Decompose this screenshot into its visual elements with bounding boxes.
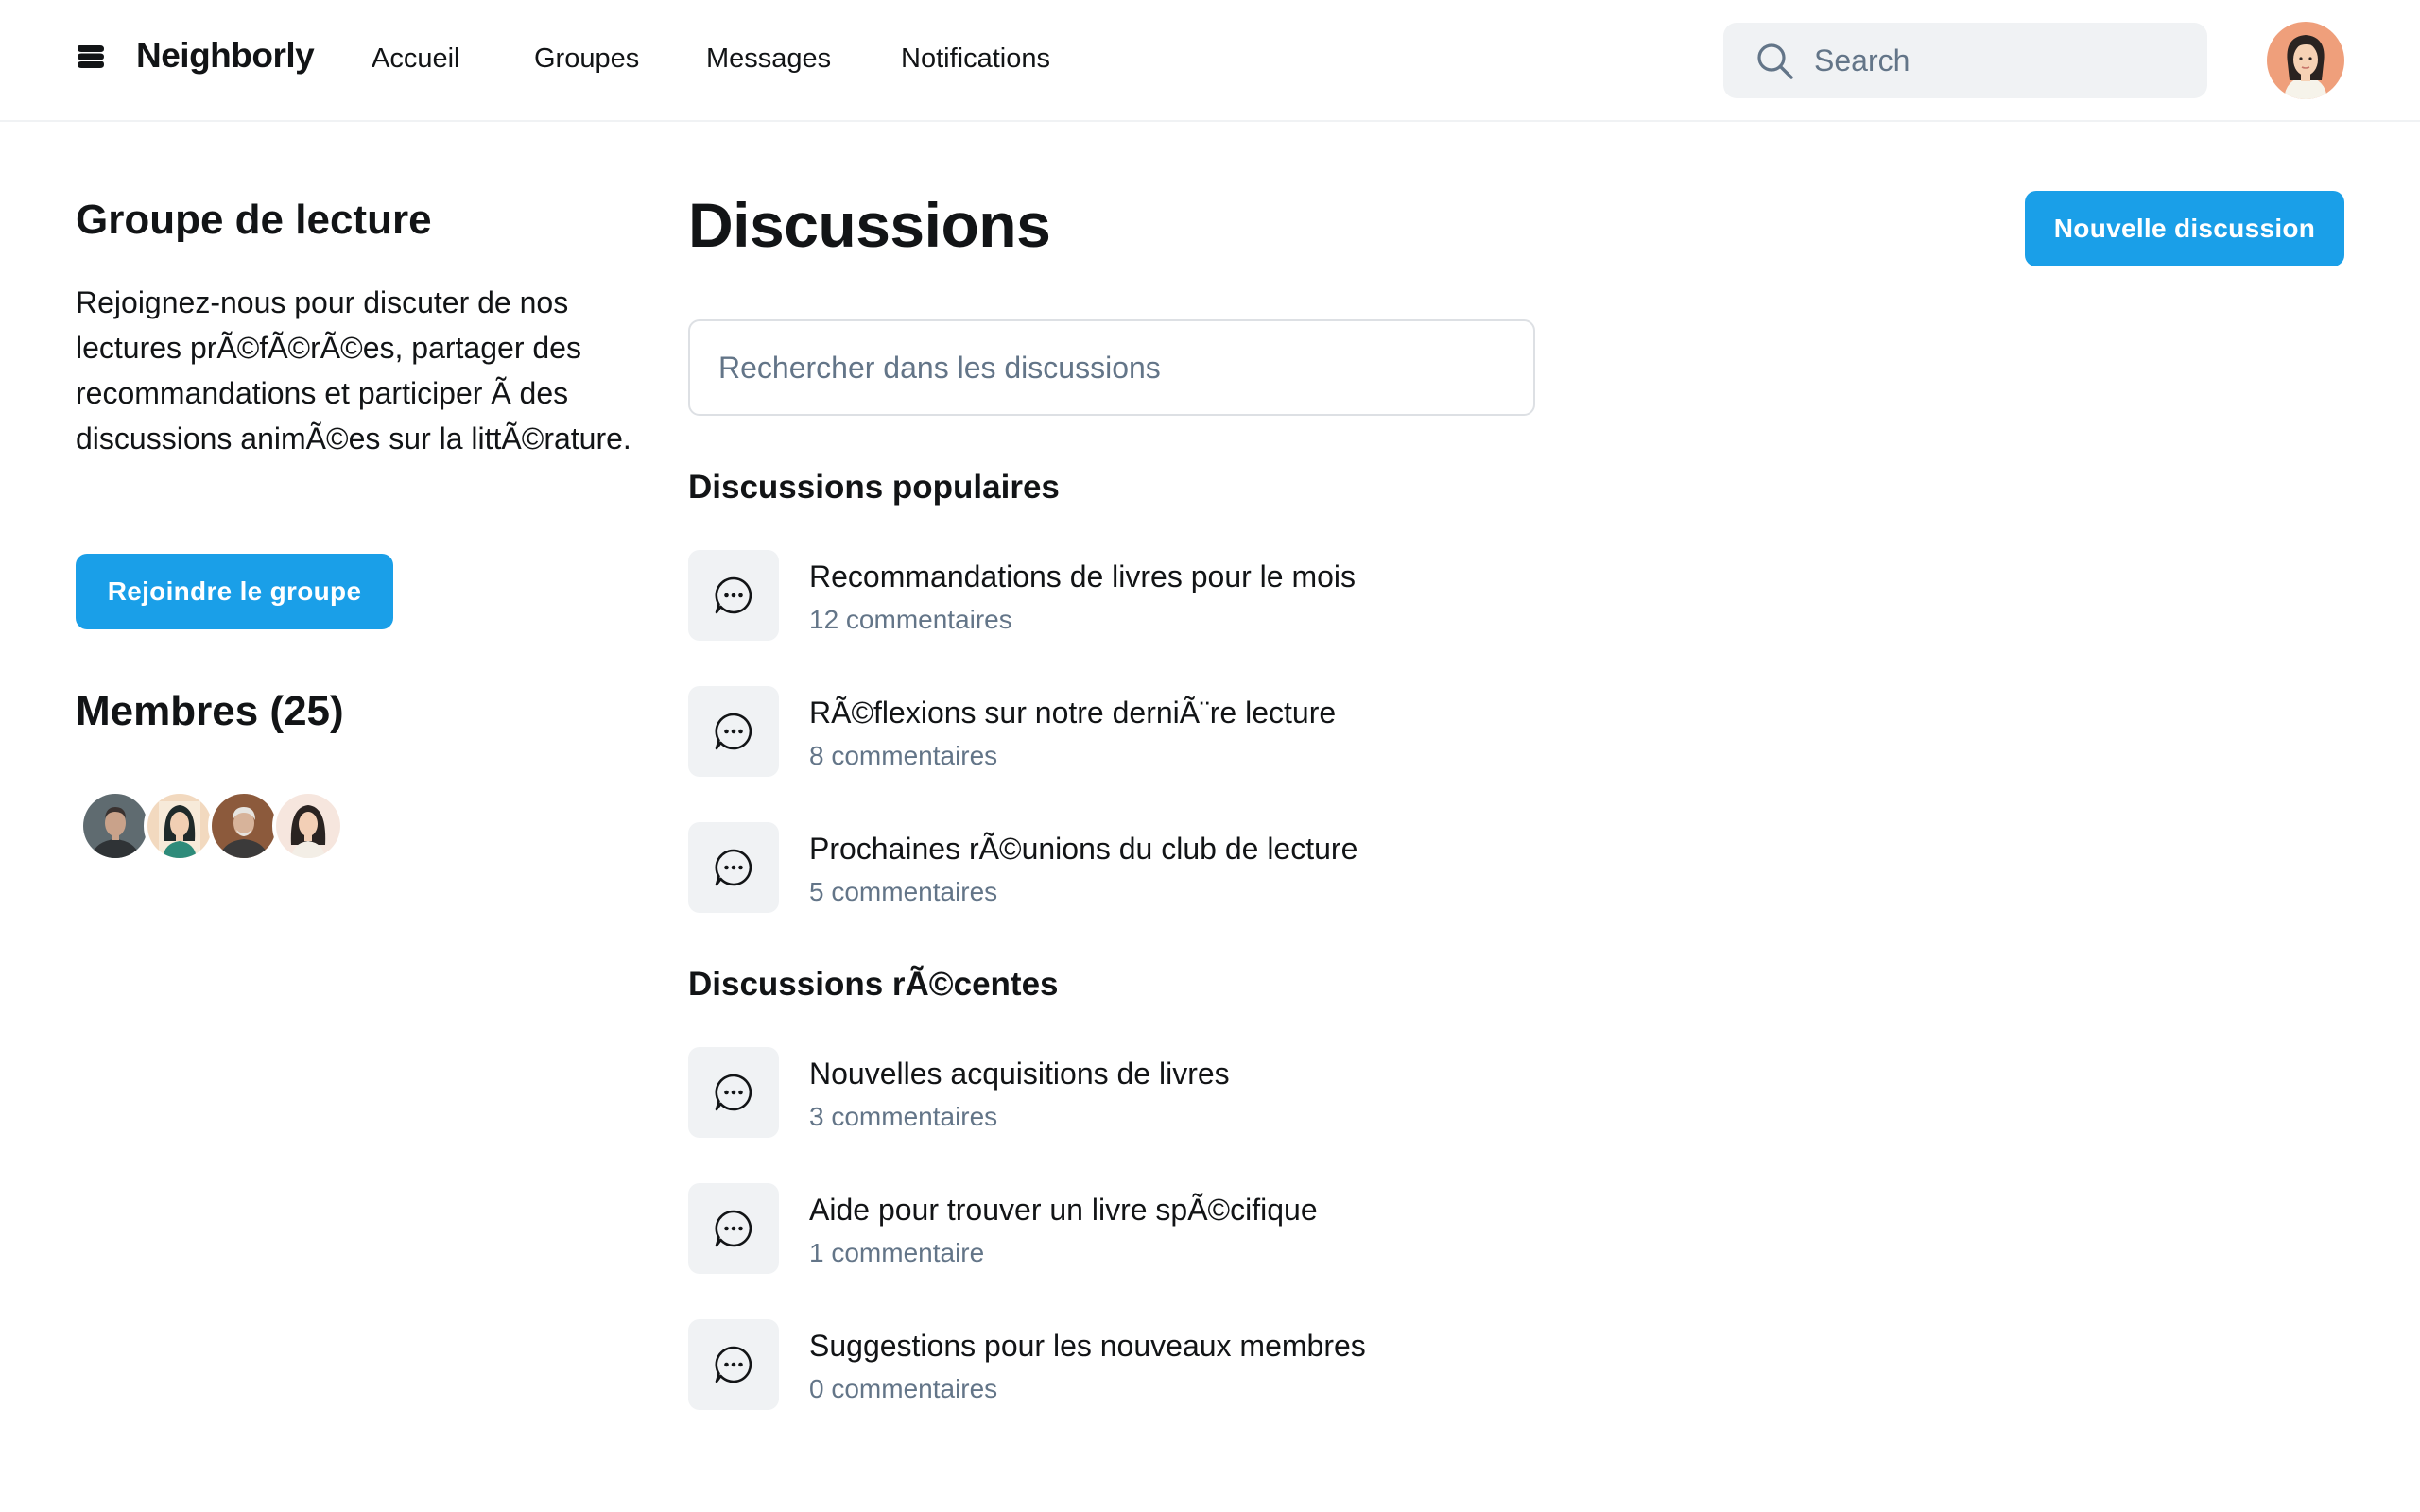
discussion-item[interactable]: Nouvelles acquisitions de livres 3 comme…: [688, 1047, 1539, 1138]
member-avatar[interactable]: [208, 790, 280, 862]
discussion-title[interactable]: Nouvelles acquisitions de livres: [809, 1057, 1230, 1091]
brand-name[interactable]: Neighborly: [136, 36, 315, 76]
discussion-search-input[interactable]: [718, 321, 1512, 414]
discussion-title[interactable]: Prochaines rÃ©unions du club de lecture: [809, 832, 1357, 867]
new-discussion-button[interactable]: Nouvelle discussion: [2025, 191, 2344, 266]
member-avatar-list: [79, 790, 344, 862]
chat-bubble-icon: [688, 1319, 779, 1410]
neighborly-logo-icon[interactable]: [76, 42, 106, 72]
chat-bubble-icon: [688, 822, 779, 913]
discussion-comment-count: 5 commentaires: [809, 877, 998, 906]
member-avatar[interactable]: [79, 790, 151, 862]
chat-bubble-icon: [688, 1047, 779, 1138]
discussion-comment-count: 0 commentaires: [809, 1374, 998, 1403]
discussion-item[interactable]: Aide pour trouver un livre spÃ©cifique 1…: [688, 1183, 1539, 1274]
chat-bubble-icon: [688, 686, 779, 777]
nav-notifications[interactable]: Notifications: [901, 43, 1050, 75]
member-avatar[interactable]: [272, 790, 344, 862]
chat-bubble-icon: [688, 550, 779, 641]
chat-bubble-icon: [688, 1183, 779, 1274]
global-search[interactable]: [1723, 23, 2207, 98]
join-group-button[interactable]: Rejoindre le groupe: [76, 554, 393, 629]
discussion-comment-count: 12 commentaires: [809, 605, 1012, 634]
discussion-title[interactable]: Recommandations de livres pour le mois: [809, 559, 1356, 594]
discussion-comment-count: 8 commentaires: [809, 741, 998, 770]
page-title: Discussions: [688, 190, 1051, 260]
search-icon: [1757, 43, 1793, 79]
nav-groupes[interactable]: Groupes: [534, 43, 639, 75]
group-description: Rejoignez-nous pour discuter de nos lect…: [76, 285, 631, 455]
discussion-comment-count: 3 commentaires: [809, 1102, 998, 1131]
nav-messages[interactable]: Messages: [706, 43, 831, 75]
discussion-item[interactable]: Prochaines rÃ©unions du club de lecture …: [688, 822, 1539, 913]
discussion-comment-count: 1 commentaire: [809, 1238, 985, 1267]
nav-accueil[interactable]: Accueil: [372, 43, 460, 75]
top-navbar: Neighborly Accueil Groupes Messages Noti…: [0, 0, 2420, 122]
members-title: Membres (25): [76, 688, 344, 734]
global-search-input[interactable]: [1814, 23, 2192, 98]
recent-section-title: Discussions rÃ©centes: [688, 966, 1059, 1003]
user-avatar[interactable]: [2267, 22, 2344, 99]
discussion-title[interactable]: RÃ©flexions sur notre derniÃ¨re lecture: [809, 696, 1336, 730]
discussion-item[interactable]: RÃ©flexions sur notre derniÃ¨re lecture …: [688, 686, 1539, 777]
discussion-item[interactable]: Recommandations de livres pour le mois 1…: [688, 550, 1539, 641]
discussion-item[interactable]: Suggestions pour les nouveaux membres 0 …: [688, 1319, 1539, 1410]
discussion-title[interactable]: Aide pour trouver un livre spÃ©cifique: [809, 1193, 1318, 1228]
group-title: Groupe de lecture: [76, 197, 432, 243]
popular-section-title: Discussions populaires: [688, 469, 1060, 506]
discussion-title[interactable]: Suggestions pour les nouveaux membres: [809, 1329, 1366, 1364]
discussion-search[interactable]: [688, 319, 1535, 416]
member-avatar[interactable]: [144, 790, 216, 862]
